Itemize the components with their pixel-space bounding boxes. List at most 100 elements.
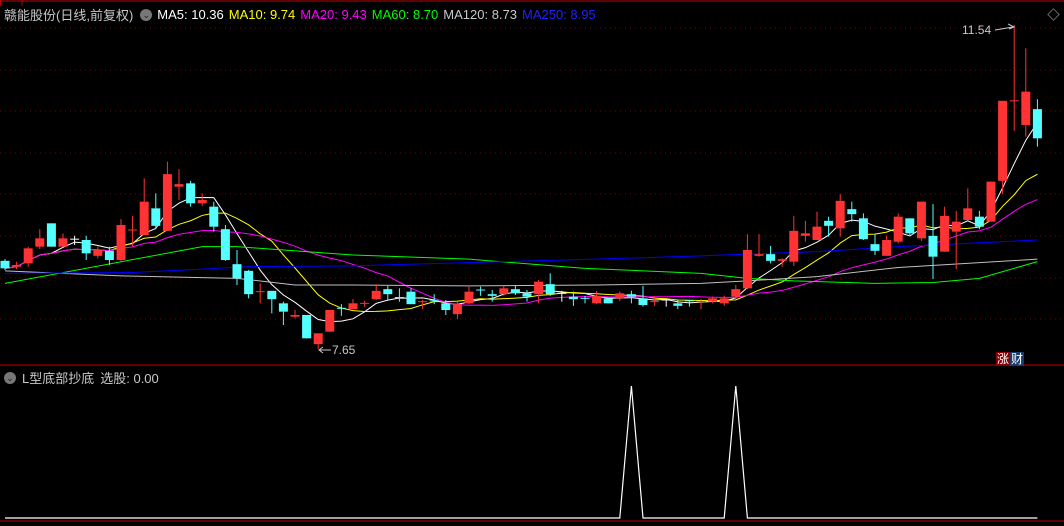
candle-body — [986, 181, 996, 222]
candles — [0, 25, 1042, 350]
candle — [882, 235, 892, 256]
candle-body — [93, 250, 103, 256]
candle-body — [58, 238, 68, 247]
candle-body — [940, 215, 950, 252]
candle-body — [800, 233, 810, 236]
candle — [905, 218, 915, 235]
candle — [789, 215, 799, 266]
signal-panel — [5, 385, 1038, 519]
candle-body — [197, 200, 207, 204]
candle — [46, 223, 56, 247]
candle-body — [824, 220, 834, 226]
candle — [742, 234, 752, 290]
price-grid — [0, 27, 1064, 320]
candle — [476, 286, 486, 296]
candle-body — [534, 281, 544, 295]
candle — [568, 291, 578, 306]
candle — [1021, 48, 1031, 137]
candle — [371, 284, 381, 300]
candle-body — [104, 250, 114, 260]
candle-body — [325, 310, 335, 332]
candle — [418, 300, 428, 310]
candle — [998, 100, 1008, 195]
chevron-down-icon[interactable]: ⌄ — [140, 8, 153, 21]
candle-body — [510, 289, 520, 294]
high-price-label: 11.54 — [962, 23, 992, 37]
candle-body — [1021, 91, 1031, 125]
candle-body — [754, 254, 764, 256]
candle-body — [905, 218, 915, 234]
candle — [858, 213, 868, 240]
candle — [186, 180, 196, 207]
indicator-header: ⌄ L型底部抄底 选股: 0.00 — [4, 368, 159, 387]
badge-left: 涨 — [996, 352, 1011, 366]
candle — [835, 194, 845, 237]
candle — [244, 270, 254, 299]
candle-body — [858, 218, 868, 240]
candle — [812, 211, 822, 240]
candle-body — [882, 240, 892, 256]
candle — [800, 220, 810, 242]
candle-body — [626, 294, 636, 297]
candle — [302, 315, 312, 339]
candle-body — [742, 250, 752, 289]
signal-line — [5, 385, 1038, 519]
candle-body — [847, 209, 857, 215]
ma20-label: MA20: 9.43 — [300, 7, 367, 22]
candle-body — [719, 298, 729, 304]
candle-body — [209, 206, 219, 227]
candle-body — [499, 288, 509, 295]
zhangcai-badge[interactable]: 涨 财 — [996, 352, 1025, 366]
candle-body — [151, 208, 161, 226]
candle — [23, 246, 33, 267]
candle — [615, 291, 625, 301]
candle — [847, 201, 857, 222]
candle — [499, 285, 509, 296]
candle — [940, 206, 950, 252]
candle-body — [568, 296, 578, 300]
candle — [870, 234, 880, 255]
candle-body — [290, 315, 300, 317]
candle — [406, 288, 416, 305]
candle-body — [893, 216, 903, 242]
candle — [522, 290, 532, 302]
candle-body — [313, 333, 323, 345]
candle — [383, 285, 393, 300]
candle — [951, 210, 961, 270]
indicator-name: L型底部抄底 — [22, 371, 95, 386]
candle-body — [383, 289, 393, 295]
low-arrow — [318, 346, 331, 354]
candle-body — [974, 216, 984, 227]
candle — [824, 216, 834, 237]
candle — [325, 310, 335, 332]
candle-body — [162, 174, 172, 231]
candle-body — [592, 295, 602, 304]
candle — [348, 299, 358, 310]
kline-chart[interactable] — [0, 0, 1064, 526]
candle-body — [603, 298, 613, 304]
candle-body — [998, 100, 1008, 181]
candle-body — [23, 248, 33, 264]
candle — [974, 210, 984, 230]
candle-body — [244, 270, 254, 295]
chevron-down-icon[interactable]: ⌄ — [4, 371, 16, 384]
ma120-label: MA120: 8.73 — [443, 7, 517, 22]
ma10-label: MA10: 9.74 — [228, 7, 296, 22]
candle-body — [0, 260, 10, 269]
candle — [928, 204, 938, 280]
candle — [916, 201, 926, 241]
candle-body — [406, 291, 416, 305]
candle-body — [220, 229, 230, 260]
candle — [232, 250, 242, 285]
candle — [174, 169, 184, 200]
candle — [220, 225, 230, 261]
candle — [487, 290, 497, 302]
candle-body — [777, 259, 787, 261]
candle-body — [371, 290, 381, 300]
candle-body — [928, 235, 938, 257]
candle-body — [232, 264, 242, 279]
candle-body — [731, 289, 741, 297]
candle — [267, 290, 277, 314]
candle — [278, 301, 288, 325]
candle-body — [348, 303, 358, 310]
